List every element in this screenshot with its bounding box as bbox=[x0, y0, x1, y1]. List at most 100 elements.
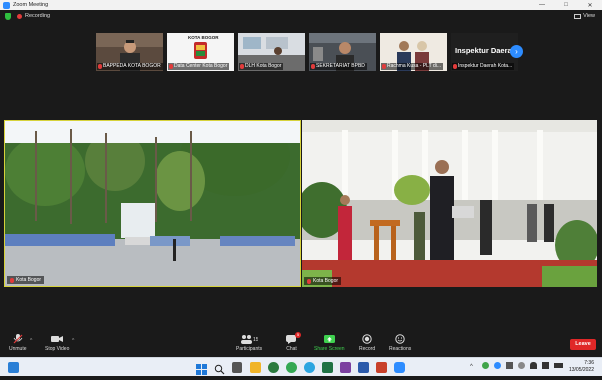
title-bar: Zoom Meeting — □ ✕ bbox=[0, 0, 602, 10]
meeting-controls-toolbar: Unmute ^ Stop Video ^ 15 Participants 5 … bbox=[0, 332, 602, 357]
close-button[interactable]: ✕ bbox=[578, 0, 602, 10]
participant-display-name: Inspektur Daera... bbox=[455, 46, 518, 55]
windows-taskbar: ^ 7:36 13/05/2022 bbox=[0, 357, 602, 376]
tray-display-icon[interactable] bbox=[506, 362, 513, 369]
excel-icon[interactable] bbox=[322, 362, 333, 373]
record-button[interactable]: Record bbox=[359, 334, 375, 352]
participant-thumbnail[interactable]: BAPPEDA KOTA BOGOR bbox=[96, 33, 163, 71]
muted-mic-icon bbox=[98, 64, 102, 69]
clock-date: 13/05/2022 bbox=[568, 367, 594, 373]
security-shield-icon[interactable] bbox=[5, 13, 11, 20]
zoom-app-icon bbox=[3, 1, 10, 9]
participants-button[interactable]: 15 Participants bbox=[236, 334, 262, 352]
video-options-chevron-icon[interactable]: ^ bbox=[72, 338, 74, 344]
video-camera-icon bbox=[51, 334, 64, 344]
whatsapp-icon[interactable] bbox=[286, 362, 297, 373]
widgets-icon[interactable] bbox=[8, 362, 19, 373]
participant-name-tag: Inspektur Daerah Kota... bbox=[452, 63, 515, 70]
participant-thumbnail[interactable]: KOTA BOGOR Data Center Kota Bogor bbox=[167, 33, 234, 71]
reactions-button[interactable]: Reactions bbox=[389, 334, 411, 352]
next-page-arrow-icon[interactable]: › bbox=[510, 45, 523, 58]
taskbar-clock[interactable]: 7:36 13/05/2022 bbox=[569, 360, 594, 374]
svg-text:KOTA BOGOR: KOTA BOGOR bbox=[188, 35, 219, 40]
chat-button[interactable]: 5 Chat bbox=[286, 332, 301, 352]
reactions-label: Reactions bbox=[389, 346, 412, 352]
volume-icon[interactable] bbox=[542, 362, 549, 369]
tray-microphone-icon[interactable] bbox=[518, 362, 525, 369]
participant-thumbnail[interactable]: SEKRETARIAT BPBD bbox=[309, 33, 376, 71]
participant-name: Kota Bogor bbox=[16, 277, 42, 283]
participant-name: Data Center Kota Bogor bbox=[174, 63, 228, 69]
battery-icon[interactable] bbox=[554, 363, 563, 368]
participant-name-tag: Rachma Kusa - PLT di... bbox=[381, 63, 444, 70]
chat-bubble-icon: 5 bbox=[286, 332, 301, 344]
participant-name-tag: DLH Kota Bogor bbox=[239, 63, 284, 70]
tray-zoom-icon[interactable] bbox=[494, 362, 501, 369]
participant-name-tag: Kota Bogor bbox=[304, 277, 342, 285]
tray-app-icon[interactable] bbox=[482, 362, 489, 369]
recording-indicator: Recording bbox=[17, 13, 50, 19]
task-view-icon[interactable] bbox=[232, 362, 242, 373]
participant-video-tile[interactable]: Kota Bogor bbox=[302, 120, 597, 287]
zoom-window: Zoom Meeting — □ ✕ Recording View BAPPED… bbox=[0, 0, 602, 357]
active-speaker-tile[interactable]: Kota Bogor bbox=[4, 120, 301, 287]
window-title: Zoom Meeting bbox=[13, 2, 49, 8]
record-icon bbox=[362, 334, 372, 344]
muted-mic-icon bbox=[169, 64, 173, 69]
muted-mic-icon bbox=[240, 64, 244, 69]
participant-thumbnail[interactable]: DLH Kota Bogor bbox=[238, 33, 305, 71]
participant-name: DLH Kota Bogor bbox=[245, 63, 282, 69]
smiley-reaction-icon bbox=[395, 334, 405, 344]
participant-name-tag: Kota Bogor bbox=[7, 276, 45, 284]
participants-count: 15 bbox=[253, 337, 258, 343]
chrome-icon[interactable] bbox=[268, 362, 279, 373]
clock-time: 7:36 bbox=[584, 360, 594, 366]
start-menu-icon[interactable] bbox=[196, 362, 207, 375]
telegram-icon[interactable] bbox=[304, 362, 315, 373]
view-label: View bbox=[583, 13, 595, 19]
participant-thumbnail[interactable]: Inspektur Daera... Inspektur Daerah Kota… bbox=[451, 33, 518, 71]
participant-thumbnail[interactable]: Rachma Kusa - PLT di... bbox=[380, 33, 447, 71]
recording-label: Recording bbox=[25, 13, 51, 19]
unmute-button[interactable]: Unmute bbox=[9, 334, 27, 352]
chat-unread-badge: 5 bbox=[295, 332, 301, 338]
powerpoint-icon[interactable] bbox=[376, 362, 387, 373]
ceremony-building-video bbox=[302, 120, 597, 287]
recording-dot-icon bbox=[17, 13, 22, 19]
participant-name: Rachma Kusa - PLT di... bbox=[387, 63, 442, 69]
participant-thumbnail-strip: BAPPEDA KOTA BOGOR KOTA BOGOR Data Cente… bbox=[96, 33, 518, 71]
wifi-icon[interactable] bbox=[530, 362, 537, 369]
participant-name: Kota Bogor bbox=[313, 278, 339, 284]
participant-name-tag: Data Center Kota Bogor bbox=[168, 63, 230, 70]
zoom-taskbar-icon[interactable] bbox=[394, 362, 405, 373]
audio-options-chevron-icon[interactable]: ^ bbox=[30, 338, 32, 344]
word-icon[interactable] bbox=[358, 362, 369, 373]
share-screen-button[interactable]: Share Screen bbox=[314, 334, 345, 352]
ceremony-field-video bbox=[5, 121, 300, 286]
minimize-button[interactable]: — bbox=[530, 0, 554, 10]
unmute-label: Unmute bbox=[9, 346, 27, 352]
participant-name-tag: BAPPEDA KOTA BOGOR bbox=[97, 63, 163, 70]
show-hidden-icons-chevron-icon[interactable]: ^ bbox=[470, 364, 477, 371]
search-icon[interactable] bbox=[214, 362, 225, 375]
maximize-button[interactable]: □ bbox=[554, 0, 578, 10]
muted-mic-icon bbox=[10, 277, 14, 283]
view-button[interactable]: View bbox=[574, 13, 595, 19]
onenote-icon[interactable] bbox=[340, 362, 351, 373]
participant-name: SEKRETARIAT BPBD bbox=[316, 63, 365, 69]
muted-mic-icon bbox=[311, 64, 315, 69]
participants-icon: 15 bbox=[240, 334, 258, 344]
participant-name: BAPPEDA KOTA BOGOR bbox=[103, 63, 161, 69]
share-screen-label: Share Screen bbox=[314, 346, 345, 352]
participants-label: Participants bbox=[236, 346, 263, 352]
leave-meeting-button[interactable]: Leave bbox=[570, 339, 596, 350]
file-explorer-icon[interactable] bbox=[250, 362, 261, 373]
share-screen-icon bbox=[323, 334, 335, 344]
stop-video-button[interactable]: Stop Video bbox=[45, 334, 69, 352]
muted-mic-icon bbox=[382, 64, 386, 69]
chat-label: Chat bbox=[286, 346, 297, 352]
grid-view-icon bbox=[574, 13, 582, 19]
participant-name: Inspektur Daerah Kota... bbox=[458, 63, 513, 69]
participant-name-tag: SEKRETARIAT BPBD bbox=[310, 63, 367, 70]
muted-mic-icon bbox=[453, 64, 457, 69]
